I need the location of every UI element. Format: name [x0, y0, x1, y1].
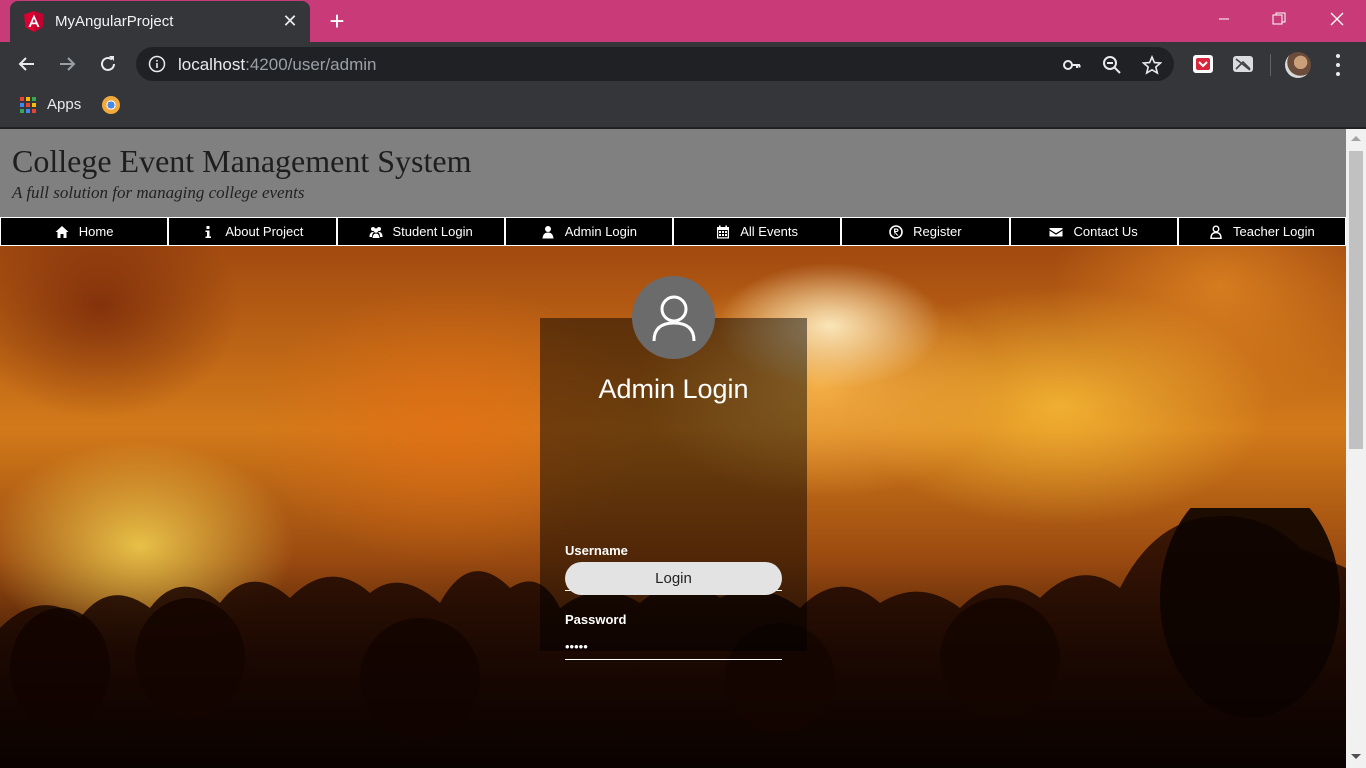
- page-scrollbar[interactable]: [1346, 129, 1366, 768]
- scroll-up-arrow-icon[interactable]: [1351, 136, 1361, 141]
- browser-tab-strip: MyAngularProject ✕ +: [0, 0, 1366, 42]
- address-bar[interactable]: localhost:4200/user/admin: [136, 47, 1174, 81]
- key-icon[interactable]: [1062, 55, 1082, 75]
- new-tab-plus-icon[interactable]: +: [322, 7, 352, 35]
- password-input[interactable]: [565, 634, 782, 660]
- apps-bookmark[interactable]: Apps: [47, 96, 81, 113]
- apps-grid-icon[interactable]: [20, 97, 36, 113]
- close-tab-icon[interactable]: ✕: [282, 10, 298, 32]
- minimize-window-icon[interactable]: [1199, 0, 1249, 38]
- browser-tab[interactable]: MyAngularProject ✕: [10, 1, 310, 42]
- reload-icon[interactable]: [94, 50, 122, 78]
- browser-toolbar: localhost:4200/user/admin: [0, 42, 1366, 86]
- toolbar-divider: [1270, 54, 1271, 76]
- close-window-icon[interactable]: [1312, 0, 1362, 38]
- profile-avatar[interactable]: [1285, 52, 1311, 78]
- bookmark-star-icon[interactable]: [1142, 55, 1162, 75]
- site-info-icon[interactable]: [148, 55, 166, 73]
- angular-logo-icon: [24, 11, 44, 32]
- pocket-extension-icon[interactable]: [1192, 53, 1214, 75]
- url-path: :4200/user/admin: [245, 55, 377, 74]
- url-host: localhost: [178, 55, 246, 74]
- password-label: Password: [565, 612, 627, 627]
- bookmarks-bar: Apps: [0, 86, 1366, 128]
- scrollbar-thumb[interactable]: [1349, 151, 1363, 449]
- login-card: [540, 318, 807, 651]
- username-label: Username: [565, 543, 628, 558]
- login-button[interactable]: Login: [565, 562, 782, 595]
- forward-arrow-icon[interactable]: [53, 50, 81, 78]
- bookmark-favicon-icon[interactable]: [102, 96, 120, 114]
- restore-window-icon[interactable]: [1254, 0, 1304, 38]
- browser-menu-icon[interactable]: [1330, 52, 1346, 78]
- user-avatar-icon: [632, 276, 715, 359]
- login-overlay: Admin Login Username Password Login: [0, 129, 1346, 768]
- extension-mail-icon[interactable]: [1232, 53, 1254, 75]
- login-title: Admin Login: [598, 374, 749, 404]
- zoom-out-icon[interactable]: [1102, 55, 1122, 75]
- scroll-down-arrow-icon[interactable]: [1351, 754, 1361, 759]
- tab-title: MyAngularProject: [55, 13, 174, 30]
- url-text[interactable]: localhost:4200/user/admin: [178, 55, 376, 75]
- back-arrow-icon[interactable]: [13, 50, 41, 78]
